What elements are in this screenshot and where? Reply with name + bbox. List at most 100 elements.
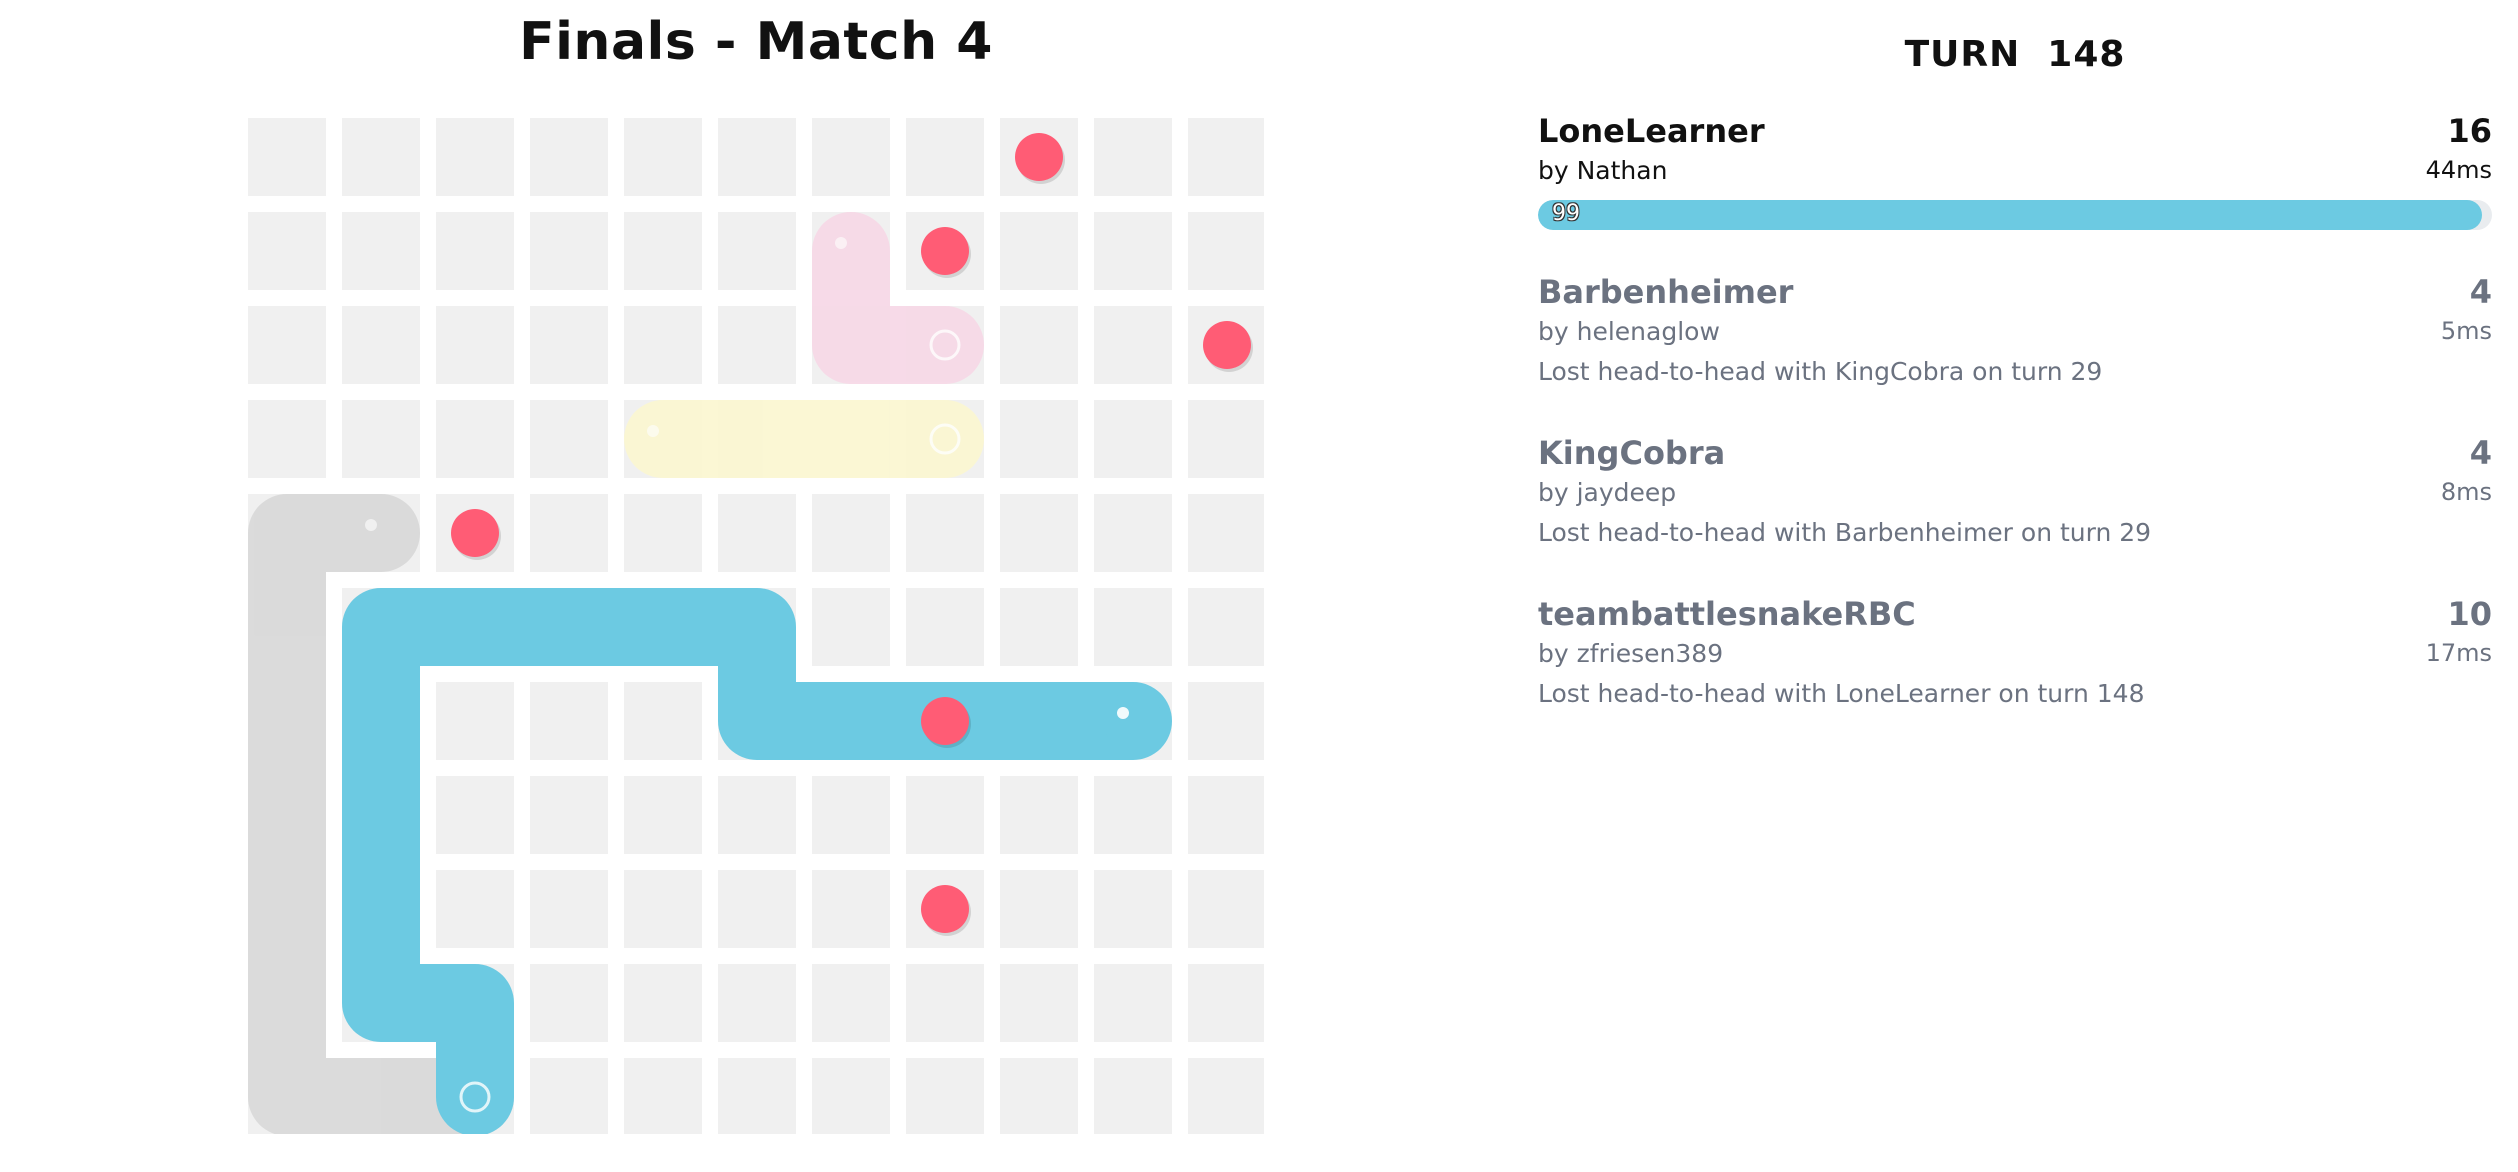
board-cell [1000, 1058, 1078, 1134]
game-viewer: Finals - Match 4 TURN 148 LoneLearner 16… [0, 0, 2518, 1172]
board-cell [530, 870, 608, 948]
snake-head-shape [821, 221, 881, 281]
board-cell [1000, 306, 1078, 384]
board-cell [624, 212, 702, 290]
board-cell [718, 118, 796, 196]
snake-head-shape [1103, 691, 1163, 751]
snake-author: by Nathan [1538, 156, 1668, 185]
board-cell [530, 1058, 608, 1134]
board-cell [1000, 494, 1078, 572]
board-cell [906, 494, 984, 572]
board-cell [530, 400, 608, 478]
board-cell [1094, 306, 1172, 384]
board-cell [1094, 400, 1172, 478]
board-cell [1094, 964, 1172, 1042]
board-cell [530, 964, 608, 1042]
board-cell [812, 1058, 890, 1134]
snake-name: teambattlesnakeRBC [1538, 595, 1916, 633]
board-cell [718, 870, 796, 948]
snake-elimination-reason: Lost head-to-head with LoneLearner on tu… [1538, 679, 2145, 708]
board-cell [718, 494, 796, 572]
board-cell [624, 494, 702, 572]
board-cell [906, 776, 984, 854]
snake-length: 10 [2447, 595, 2492, 633]
turn-counter: TURN 148 [1538, 34, 2492, 75]
turn-number: 148 [2047, 34, 2126, 75]
board-cell [1000, 400, 1078, 478]
board-cell [1188, 682, 1264, 760]
snake-head-icon [351, 503, 411, 563]
snake-head-shape [633, 409, 693, 469]
snake-eye [647, 425, 659, 437]
snake-author: by jaydeep [1538, 478, 1677, 507]
board-cell [248, 400, 326, 478]
board-cell [906, 964, 984, 1042]
snake-eye [835, 237, 847, 249]
snake-head-icon [821, 221, 881, 281]
board-cell [342, 306, 420, 384]
board-cell [1094, 776, 1172, 854]
food-item [921, 885, 969, 933]
board-cell [906, 118, 984, 196]
board-cell [248, 212, 326, 290]
board-cell [812, 964, 890, 1042]
board-cell [1188, 1058, 1264, 1134]
board-cell [530, 118, 608, 196]
board-cell [718, 1058, 796, 1134]
board-cell [624, 306, 702, 384]
board-cell [436, 118, 514, 196]
board-cell [1000, 212, 1078, 290]
board-cell [1094, 118, 1172, 196]
board-cell [1000, 870, 1078, 948]
food-item [921, 697, 969, 745]
snake-author: by helenaglow [1538, 317, 1720, 346]
board-cell [1094, 494, 1172, 572]
health-bar: 99 [1538, 200, 2492, 230]
board-cell [1094, 588, 1172, 666]
snake-latency: 17ms [2425, 639, 2492, 667]
food-item [1203, 321, 1251, 369]
scoreboard-snake-lonelearner[interactable]: LoneLearner 16 by Nathan 44ms 99 [1538, 112, 2492, 232]
health-bar-fill [1538, 200, 2483, 230]
board-cell [1000, 776, 1078, 854]
board-cell [1188, 964, 1264, 1042]
board-cell [248, 306, 326, 384]
food-item [451, 509, 499, 557]
board-cell [530, 776, 608, 854]
board-cell [436, 400, 514, 478]
snake-latency: 44ms [2425, 156, 2492, 184]
scoreboard-snake-barbenheimer[interactable]: Barbenheimer 4 by helenaglow 5ms Lost he… [1538, 273, 2492, 393]
food-item [921, 227, 969, 275]
board-cell [624, 682, 702, 760]
board-cell [1188, 212, 1264, 290]
board-cell [1188, 776, 1264, 854]
snake-length: 4 [2469, 273, 2492, 311]
board-cell [1094, 870, 1172, 948]
snake-head-icon [1103, 691, 1163, 751]
board-cell [624, 964, 702, 1042]
board-cell [812, 588, 890, 666]
board-cell [624, 118, 702, 196]
board-cell [624, 776, 702, 854]
scoreboard-snake-kingcobra[interactable]: KingCobra 4 by jaydeep 8ms Lost head-to-… [1538, 434, 2492, 554]
board-canvas [248, 118, 1264, 1134]
snake-latency: 5ms [2440, 317, 2492, 345]
board-cell [530, 306, 608, 384]
board-cell [436, 870, 514, 948]
snake-eye [1117, 707, 1129, 719]
board-cell [436, 212, 514, 290]
board-cell [1188, 588, 1264, 666]
snake-head-shape [351, 503, 411, 563]
board-cell [624, 1058, 702, 1134]
game-board [248, 118, 1264, 1134]
board-cell [906, 1058, 984, 1134]
snake-name: Barbenheimer [1538, 273, 1794, 311]
board-cell [342, 212, 420, 290]
board-cell [718, 212, 796, 290]
board-cell [812, 776, 890, 854]
board-cell [718, 964, 796, 1042]
board-cell [436, 682, 514, 760]
scoreboard-snake-teambattlesnakerbc[interactable]: teambattlesnakeRBC 10 by zfriesen389 17m… [1538, 595, 2492, 715]
board-cell [1000, 588, 1078, 666]
board-cell [530, 494, 608, 572]
